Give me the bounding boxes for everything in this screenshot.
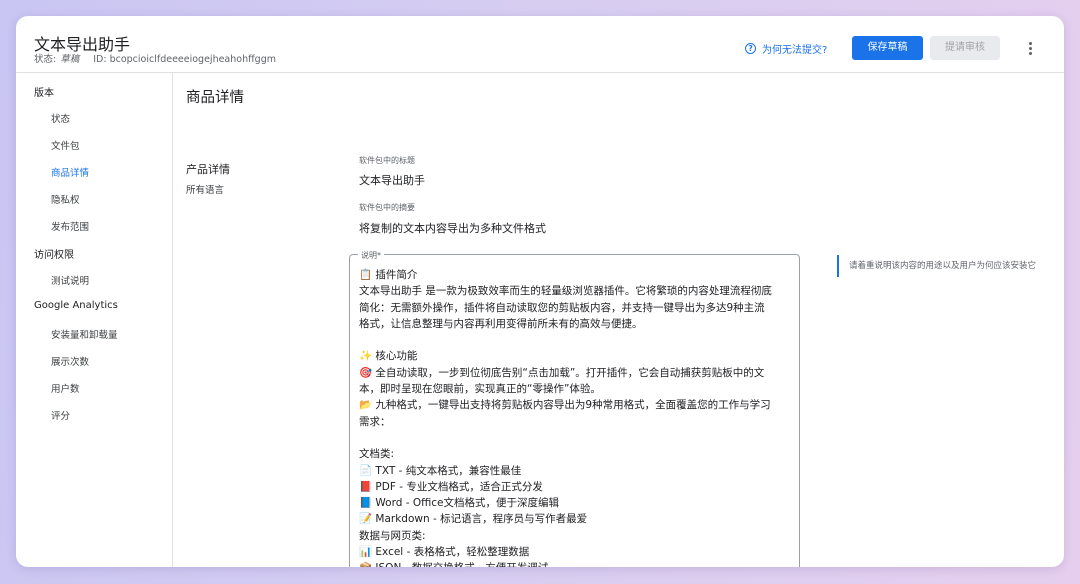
description-line: 需求： [359,415,391,428]
sidebar-item-store-listing[interactable]: 商品详情 [51,165,89,179]
section-title: 产品详情 [186,163,230,176]
sidebar-item-installs[interactable]: 安装量和卸载量 [51,327,118,341]
description-line: 📦 JSON - 数据交换格式，方便开发调试 [359,560,795,567]
description-line: 📋 插件简介 [359,269,418,281]
sidebar-item-status[interactable]: 状态 [51,111,70,125]
sidebar-item-users[interactable]: 用户数 [51,381,80,395]
description-line: 📂 九种格式，一键导出支持将剪贴板内容导出为9种常用格式，全面覆盖您的工作与学习 [359,399,771,412]
description-text[interactable]: 📋 插件简介文本导出助手 是一款为极致效率而生的轻量级浏览器插件。它将繁琐的内容… [359,267,795,567]
nav-section-analytics: Google Analytics [34,300,118,311]
why-cannot-submit-link[interactable]: ? 为何无法提交? [745,41,827,56]
item-meta: 状态: 草稿 ID: bcopcioiclfdeeeeiogejheahohffgg… [34,51,276,65]
page-title: 商品详情 [186,90,244,106]
sidebar-item-ratings[interactable]: 评分 [51,408,70,422]
description-line [359,332,795,348]
sidebar-item-impressions[interactable]: 展示次数 [51,354,89,368]
main-content: 商品详情 产品详情 所有语言 软件包中的标题 文本导出助手 软件包中的摘要 将复… [173,73,1064,567]
more-vert-icon[interactable] [1022,40,1038,56]
description-line: 格式，让信息整理与内容再利用变得前所未有的高效与便捷。 [359,317,643,330]
package-title-label: 软件包中的标题 [359,156,415,165]
sidebar-nav: 版本 状态 文件包 商品详情 隐私权 发布范围 访问权限 测试说明 Google… [16,73,173,567]
description-line: 📕 PDF - 专业文档格式，适合正式分发 [359,480,543,493]
package-summary-value: 将复制的文本内容导出为多种文件格式 [359,222,546,235]
description-line: 🎯 全自动读取，一步到位彻底告别“点击加载”。打开插件，它会自动捕获剪贴板中的文 [359,366,765,379]
sidebar-item-privacy[interactable]: 隐私权 [51,192,80,206]
package-summary-label: 软件包中的摘要 [359,203,415,212]
top-bar: 文本导出助手 状态: 草稿 ID: bcopcioiclfdeeeeiogejhea… [16,16,1064,73]
id-value: bcopcioiclfdeeeeiogejheahohffggm [109,54,276,65]
description-line: 数据与网页类: [359,529,426,542]
help-circle-icon: ? [745,43,756,54]
sidebar-item-package[interactable]: 文件包 [51,138,80,152]
description-line: 文档类: [359,448,395,461]
id-label: ID: [93,54,107,65]
nav-section-version: 版本 [34,88,54,99]
sidebar-item-distribution[interactable]: 发布范围 [51,219,89,233]
description-line: 📝 Markdown - 标记语言，程序员与写作者最爱 [359,513,588,526]
status-value: 草稿 [60,54,80,65]
description-label: 说明* [358,250,384,261]
description-line: 📘 Word - Office文档格式，便于深度编辑 [359,497,560,510]
help-link-label: 为何无法提交? [762,45,828,56]
description-line: ✨ 核心功能 [359,350,418,363]
sidebar-item-test-instructions[interactable]: 测试说明 [51,273,89,287]
section-subtitle: 所有语言 [186,185,225,196]
description-line [359,430,795,446]
nav-section-access: 访问权限 [34,250,74,261]
description-line: 文本导出助手 是一款为极致效率而生的轻量级浏览器插件。它将繁琐的内容处理流程彻底 [359,285,772,298]
description-line: 本，即时呈现在您眼前，实现真正的“零操作”体验。 [359,383,601,396]
description-line: 📊 Excel - 表格格式，轻松整理数据 [359,546,530,559]
app-window: 文本导出助手 状态: 草稿 ID: bcopcioiclfdeeeeiogejhea… [16,16,1064,567]
submit-review-button[interactable]: 提请审核 [930,36,1000,60]
description-line: 简化：无需额外操作，插件将自动读取您的剪贴板内容，并支持一键导出为多达9种主流 [359,301,765,314]
status-label: 状态: [34,54,57,65]
description-line: 📄 TXT - 纯文本格式，兼容性最佳 [359,464,522,477]
package-title-value: 文本导出助手 [359,174,425,187]
save-draft-button[interactable]: 保存草稿 [852,36,923,60]
description-hint: 请着重说明该内容的用途以及用户为何应该安装它 [837,255,1036,277]
